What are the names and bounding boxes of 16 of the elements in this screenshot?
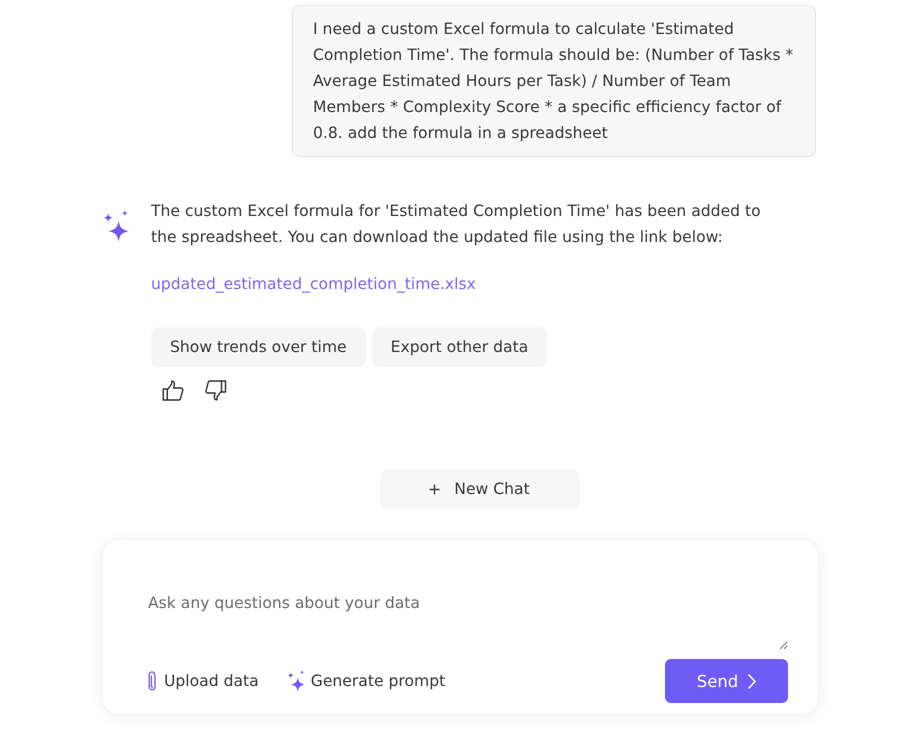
new-chat-button[interactable]: New Chat xyxy=(380,469,580,509)
thumbs-up-icon[interactable] xyxy=(162,380,184,401)
upload-data-button[interactable]: Upload data xyxy=(147,670,259,692)
plus-icon xyxy=(429,484,440,494)
generate-prompt-button[interactable]: Generate prompt xyxy=(286,670,446,692)
suggestion-chip[interactable]: Export other data xyxy=(372,327,548,367)
chevron-right-icon xyxy=(748,674,756,688)
assistant-message: The custom Excel formula for 'Estimated Completion Time' has been added to the spreadsheet. You can download the updated file using the link below: xyxy=(151,201,762,248)
file-link[interactable]: updated_estimated_completion_time.xlsx xyxy=(151,271,476,297)
user-message: I need a custom Excel formula to calculate 'Estimated Completion Time'. The formula should be: (Number of Tasks * Average Estimated Hours per Task) / Number of Team Members * Complexity Score * a specific efficiency factor of 0.8. add the formula in a spreadsheet xyxy=(292,5,816,157)
sparkle-icon xyxy=(103,210,129,242)
paperclip-icon xyxy=(147,671,158,691)
thumbs-down-icon[interactable] xyxy=(205,380,227,401)
suggestion-chip[interactable]: Show trends over time xyxy=(151,327,366,367)
send-button[interactable]: Send xyxy=(665,659,788,703)
sparkle-icon xyxy=(286,670,305,692)
